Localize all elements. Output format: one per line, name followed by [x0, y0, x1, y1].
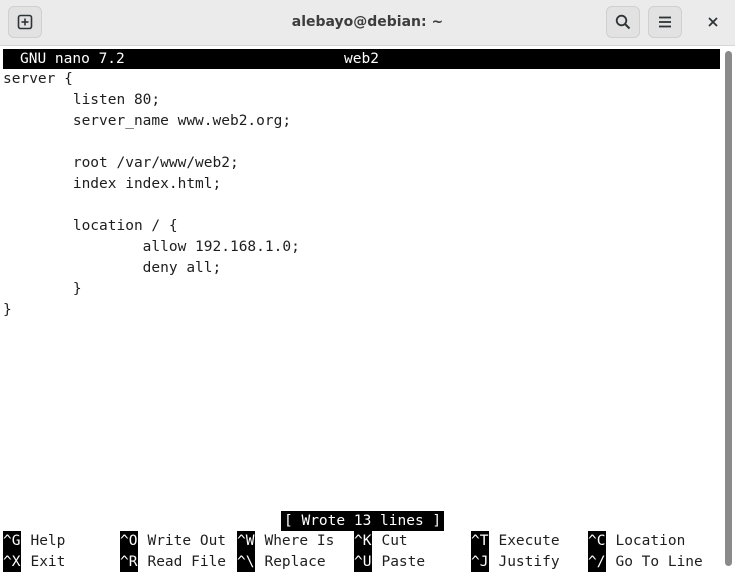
nano-version: GNU nano 7.2	[20, 51, 125, 67]
shortcut-key: ^R	[120, 552, 139, 572]
shortcut-label: Location	[615, 533, 686, 549]
shortcut-item: ^J Justify	[471, 552, 560, 572]
shortcut-item: ^C Location	[588, 531, 685, 552]
shortcut-label: Cut	[381, 533, 408, 549]
shortcut-key: ^K	[354, 531, 373, 552]
shortcut-key: ^T	[471, 531, 490, 552]
new-tab-plus-icon	[17, 14, 33, 30]
shortcut-item: ^G Help	[3, 531, 65, 552]
shortcut-label: Go To Line	[615, 554, 703, 570]
shortcut-label: Where Is	[264, 533, 335, 549]
shortcut-label: Replace	[264, 554, 326, 570]
file-line[interactable]: deny all;	[3, 258, 222, 279]
terminal-view[interactable]: web2 GNU nano 7.2 server { listen 80; se…	[0, 47, 722, 572]
shortcut-label: Exit	[30, 554, 66, 570]
file-line[interactable]: allow 192.168.1.0;	[3, 237, 300, 258]
shortcut-label: Write Out	[147, 533, 227, 549]
shortcut-key: ^U	[354, 552, 373, 572]
shortcut-item: ^W Where Is	[237, 531, 334, 552]
shortcut-label: Paste	[381, 554, 426, 570]
shortcut-item: ^O Write Out	[120, 531, 226, 552]
shortcut-label: Justify	[498, 554, 560, 570]
file-line[interactable]: index index.html;	[3, 174, 221, 195]
shortcut-key: ^C	[588, 531, 607, 552]
shortcut-key: ^O	[120, 531, 139, 552]
file-line[interactable]: }	[3, 279, 82, 300]
file-line[interactable]: }	[3, 300, 12, 321]
shortcut-item: ^\ Replace	[237, 552, 326, 572]
shortcut-item: ^K Cut	[354, 531, 408, 552]
file-line[interactable]: listen 80;	[3, 90, 160, 111]
shortcut-item: ^/ Go To Line	[588, 552, 703, 572]
shortcut-label: Help	[30, 533, 66, 549]
file-line[interactable]: root /var/www/web2;	[3, 153, 239, 174]
shortcut-item: ^T Execute	[471, 531, 560, 552]
nano-status-message: [ Wrote 13 lines ]	[281, 511, 445, 531]
header-bar: alebayo@debian: ~	[0, 0, 735, 46]
shortcut-key: ^W	[237, 531, 256, 552]
close-button[interactable]	[697, 7, 729, 37]
shortcut-item: ^R Read File	[120, 552, 226, 572]
menu-button[interactable]	[648, 6, 682, 38]
shortcut-label: Read File	[147, 554, 227, 570]
file-line[interactable]: location / {	[3, 216, 178, 237]
shortcut-key: ^J	[471, 552, 490, 572]
close-icon	[708, 17, 718, 27]
search-button[interactable]	[606, 6, 640, 38]
terminal-window: alebayo@debian: ~ web2 GNU nano 7.2 serv…	[0, 0, 735, 572]
file-line[interactable]: server_name www.web2.org;	[3, 111, 291, 132]
shortcut-key: ^\	[237, 552, 256, 572]
shortcut-item: ^U Paste	[354, 552, 425, 572]
nano-title-bar: web2 GNU nano 7.2	[3, 49, 720, 69]
shortcut-key: ^G	[3, 531, 22, 552]
hamburger-menu-icon	[659, 16, 671, 28]
shortcut-item: ^X Exit	[3, 552, 65, 572]
new-tab-button[interactable]	[8, 6, 42, 38]
shortcut-key: ^X	[3, 552, 22, 572]
file-line[interactable]: server {	[3, 69, 73, 90]
shortcut-label: Execute	[498, 533, 560, 549]
shortcut-key: ^/	[588, 552, 607, 572]
scrollbar[interactable]	[722, 47, 735, 572]
search-icon	[615, 14, 631, 30]
scrollbar-thumb[interactable]	[725, 51, 732, 566]
